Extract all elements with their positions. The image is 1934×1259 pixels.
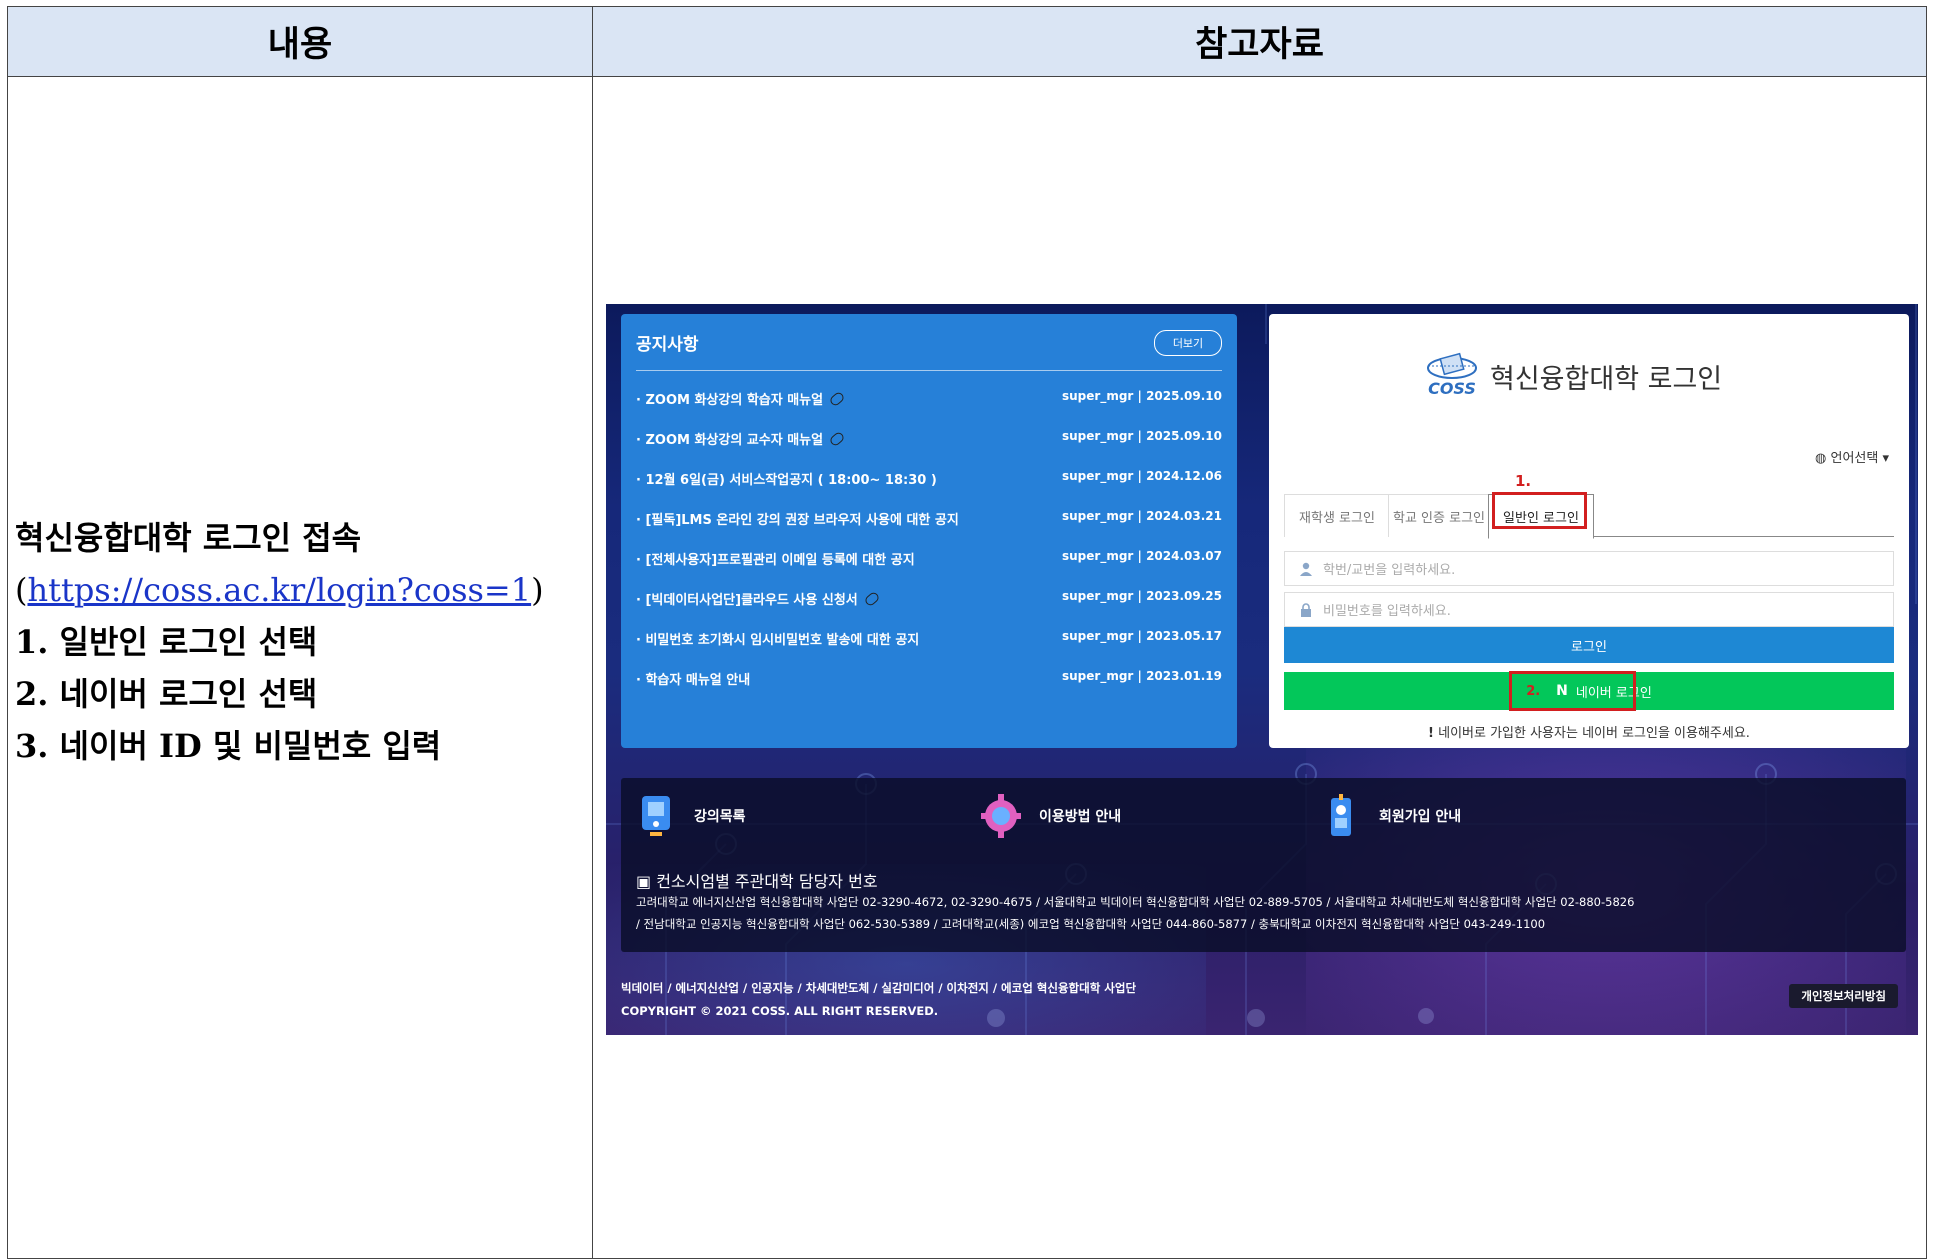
notice-item-meta: super_mgr | 2024.03.07 — [1062, 549, 1222, 563]
step-1-marker: 1. — [1515, 472, 1532, 490]
lock-icon — [1301, 603, 1311, 617]
content-cell: 혁신융합대학 로그인 접속 (https://coss.ac.kr/login?… — [15, 512, 580, 772]
notice-item-meta: super_mgr | 2023.05.17 — [1062, 629, 1222, 643]
notice-item-title: · 비밀번호 초기화시 임시비밀번호 발송에 대한 공지 — [636, 633, 920, 648]
content-url-line: (https://coss.ac.kr/login?coss=1) — [15, 564, 580, 616]
notice-item-title: · 12월 6일(금) 서비스작업공지 ( 18:00~ 18:30 ) — [636, 473, 937, 488]
notice-item[interactable]: · ZOOM 화상강의 교수자 매뉴얼 super_mgr | 2025.09.1… — [636, 429, 1222, 453]
password-placeholder: 비밀번호를 입력하세요. — [1323, 604, 1451, 619]
more-button[interactable]: 더보기 — [1154, 330, 1222, 356]
footer-link-signup-guide[interactable]: 회원가입 안내 — [1321, 794, 1461, 838]
footer-program-links: 빅데이터 / 에너지신산업 / 인공지능 / 차세대반도체 / 실감미디어 / … — [621, 981, 1137, 995]
notice-item[interactable]: · 비밀번호 초기화시 임시비밀번호 발송에 대한 공지 super_mgr | … — [636, 629, 1222, 653]
caret-down-icon: ▾ — [1882, 451, 1889, 466]
notice-item[interactable]: · [필독]LMS 온라인 강의 권장 브라우저 사용에 대한 공지 super_… — [636, 509, 1222, 533]
usage-guide-label: 이용방법 안내 — [1039, 809, 1122, 825]
naver-note: ! 네이버로 가입한 사용자는 네이버 로그인을 이용해주세요. — [1269, 722, 1909, 741]
notice-divider — [636, 370, 1222, 371]
highlight-box-general-login — [1492, 492, 1587, 529]
login-button[interactable]: 로그인 — [1284, 627, 1894, 663]
notice-item[interactable]: · 학습자 매뉴얼 안내 super_mgr | 2023.01.19 — [636, 669, 1222, 693]
content-title: 혁신융합대학 로그인 접속 — [15, 519, 362, 557]
url-close-paren: ) — [531, 571, 544, 609]
contact-line-1: 고려대학교 에너지신산업 혁신융합대학 사업단 02-3290-4672, 02… — [636, 895, 1635, 909]
gear-icon — [981, 794, 1021, 838]
url-open-paren: ( — [15, 571, 28, 609]
footer-link-courses[interactable]: 강의목록 — [636, 794, 746, 838]
signup-guide-label: 회원가입 안내 — [1379, 809, 1462, 825]
attachment-icon — [828, 390, 846, 408]
notice-item-meta: super_mgr | 2023.09.25 — [1062, 589, 1222, 603]
contact-title-text: 컨소시엄별 주관대학 담당자 번호 — [656, 872, 878, 891]
table-header-row: 내용 참고자료 — [8, 7, 1926, 77]
step-1: 1. 일반인 로그인 선택 — [15, 623, 318, 661]
notice-item[interactable]: · 12월 6일(금) 서비스작업공지 ( 18:00~ 18:30 ) supe… — [636, 469, 1222, 493]
language-select[interactable]: ◍ 언어선택 ▾ — [1815, 447, 1889, 466]
notice-item-title: · 학습자 매뉴얼 안내 — [636, 673, 751, 688]
notice-item[interactable]: · ZOOM 화상강의 학습자 매뉴얼 super_mgr | 2025.09.1… — [636, 389, 1222, 413]
user-icon — [1300, 562, 1312, 576]
header-reference: 참고자료 — [1195, 24, 1324, 65]
notice-item-title: · ZOOM 화상강의 교수자 매뉴얼 — [636, 433, 824, 448]
notice-title: 공지사항 — [636, 335, 699, 355]
attachment-icon — [863, 590, 881, 608]
highlight-box-naver-login — [1509, 671, 1636, 711]
footer-info-box: 강의목록 이용방법 안내 회원가입 안내 ▣ 컨소시엄별 주관대학 담당자 번호… — [621, 778, 1906, 952]
notice-item[interactable]: · [빅데이터사업단]클라우드 사용 신청서 super_mgr | 2023.0… — [636, 589, 1222, 613]
coss-logo: COSS — [1424, 350, 1480, 402]
notice-item-meta: super_mgr | 2025.09.10 — [1062, 389, 1222, 403]
naver-note-text: 네이버로 가입한 사용자는 네이버 로그인을 이용해주세요. — [1438, 726, 1750, 741]
notice-item-meta: super_mgr | 2024.12.06 — [1062, 469, 1222, 483]
login-title-text: 혁신융합대학 로그인 — [1490, 363, 1723, 395]
notice-item-title: · [필독]LMS 온라인 강의 권장 브라우저 사용에 대한 공지 — [636, 513, 959, 528]
login-panel: COSS 혁신융합대학 로그인 ◍ 언어선택 ▾ 1. 재학생 로그인 학교 인… — [1269, 314, 1909, 748]
attachment-icon — [828, 430, 846, 448]
phone-directory-icon: ▣ — [636, 872, 657, 891]
notice-item-meta: super_mgr | 2024.03.21 — [1062, 509, 1222, 523]
notice-item-title: · [전체사용자]프로필관리 이메일 등록에 대한 공지 — [636, 553, 915, 568]
password-input[interactable]: 비밀번호를 입력하세요. — [1284, 592, 1894, 627]
notice-panel: 공지사항 더보기 · ZOOM 화상강의 학습자 매뉴얼 super_mgr | … — [621, 314, 1237, 748]
reference-screenshot: 공지사항 더보기 · ZOOM 화상강의 학습자 매뉴얼 super_mgr | … — [606, 304, 1918, 1035]
notice-item-title: · [빅데이터사업단]클라우드 사용 신청서 — [636, 593, 858, 608]
notice-item-title: · ZOOM 화상강의 학습자 매뉴얼 — [636, 393, 824, 408]
tab-school-auth-login[interactable]: 학교 인증 로그인 — [1388, 494, 1490, 537]
column-divider — [592, 7, 593, 1258]
id-placeholder: 학번/교번을 입력하세요. — [1323, 563, 1456, 578]
notice-item[interactable]: · [전체사용자]프로필관리 이메일 등록에 대한 공지 super_mgr | … — [636, 549, 1222, 573]
language-label: 언어선택 — [1830, 451, 1879, 466]
login-title: COSS 혁신융합대학 로그인 — [1424, 350, 1722, 402]
exclamation-icon: ! — [1428, 726, 1434, 741]
tab-student-login[interactable]: 재학생 로그인 — [1284, 494, 1390, 537]
login-url-link[interactable]: https://coss.ac.kr/login?coss=1 — [27, 571, 531, 609]
footer-link-usage-guide[interactable]: 이용방법 안내 — [981, 794, 1121, 838]
step-2: 2. 네이버 로그인 선택 — [15, 675, 318, 713]
globe-icon: ◍ — [1815, 451, 1831, 466]
step-3: 3. 네이버 ID 및 비밀번호 입력 — [15, 727, 442, 765]
login-tabs: 재학생 로그인 학교 인증 로그인 일반인 로그인 — [1284, 494, 1894, 539]
notice-item-meta: super_mgr | 2023.01.19 — [1062, 669, 1222, 683]
id-input[interactable]: 학번/교번을 입력하세요. — [1284, 551, 1894, 586]
course-list-icon — [642, 796, 670, 836]
header-content: 내용 — [267, 24, 333, 65]
courses-label: 강의목록 — [694, 809, 746, 825]
privacy-policy-button[interactable]: 개인정보처리방침 — [1789, 984, 1898, 1008]
contact-line-2: / 전남대학교 인공지능 혁신융합대학 사업단 062-530-5389 / 고… — [636, 917, 1546, 931]
copyright: COPYRIGHT © 2021 COSS. ALL RIGHT RESERVE… — [621, 1004, 939, 1018]
notice-item-meta: super_mgr | 2025.09.10 — [1062, 429, 1222, 443]
svg-text:COSS: COSS — [1428, 379, 1476, 398]
contact-title: ▣ 컨소시엄별 주관대학 담당자 번호 — [636, 868, 878, 892]
signup-icon — [1331, 794, 1351, 836]
